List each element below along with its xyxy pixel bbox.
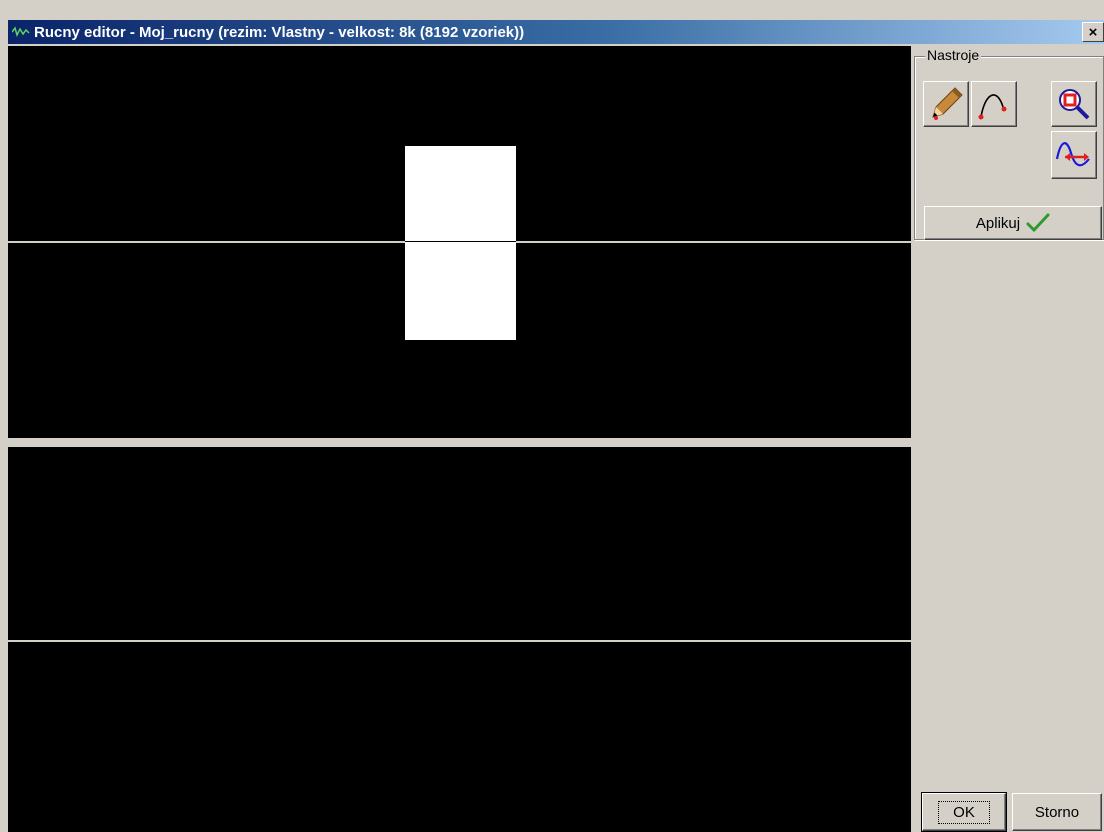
wave-shift-icon: [1055, 142, 1090, 167]
waveform-block[interactable]: [405, 146, 516, 340]
apply-button[interactable]: Aplikuj: [924, 206, 1102, 240]
checkmark-icon: [1026, 213, 1050, 233]
wave-shift-tool-button[interactable]: [1051, 131, 1097, 179]
tools-group-label: Nastroje: [925, 47, 982, 63]
curve-icon: [978, 94, 1007, 120]
close-button[interactable]: ×: [1082, 22, 1104, 42]
waveform-canvas-bottom[interactable]: [8, 447, 911, 832]
tools-groupbox: Nastroje Aplikuj: [914, 47, 1104, 240]
zoom-tool-button[interactable]: [1051, 81, 1097, 127]
cancel-label: Storno: [1034, 803, 1080, 821]
waveform-canvas-top[interactable]: [8, 46, 911, 438]
title-bar[interactable]: Rucny editor - Moj_rucny (rezim: Vlastny…: [8, 20, 1104, 44]
center-axis-line: [8, 640, 911, 642]
cancel-button[interactable]: Storno: [1012, 793, 1102, 831]
close-icon: ×: [1088, 23, 1098, 41]
window-title: Rucny editor - Moj_rucny (rezim: Vlastny…: [34, 23, 525, 41]
ok-button[interactable]: OK: [921, 792, 1007, 832]
app-waveform-icon: [11, 24, 30, 40]
tools-panel: Nastroje Aplikuj OK Storno: [911, 46, 1104, 832]
editor-window: Rucny editor - Moj_rucny (rezim: Vlastny…: [0, 0, 1104, 832]
ok-label: OK: [938, 800, 990, 824]
waveform-block-divider: [405, 241, 516, 242]
apply-label: Aplikuj: [975, 214, 1021, 232]
curve-tool-button[interactable]: [971, 81, 1017, 127]
pencil-icon: [932, 87, 963, 120]
pencil-tool-button[interactable]: [923, 81, 969, 127]
zoom-icon: [1059, 89, 1090, 120]
